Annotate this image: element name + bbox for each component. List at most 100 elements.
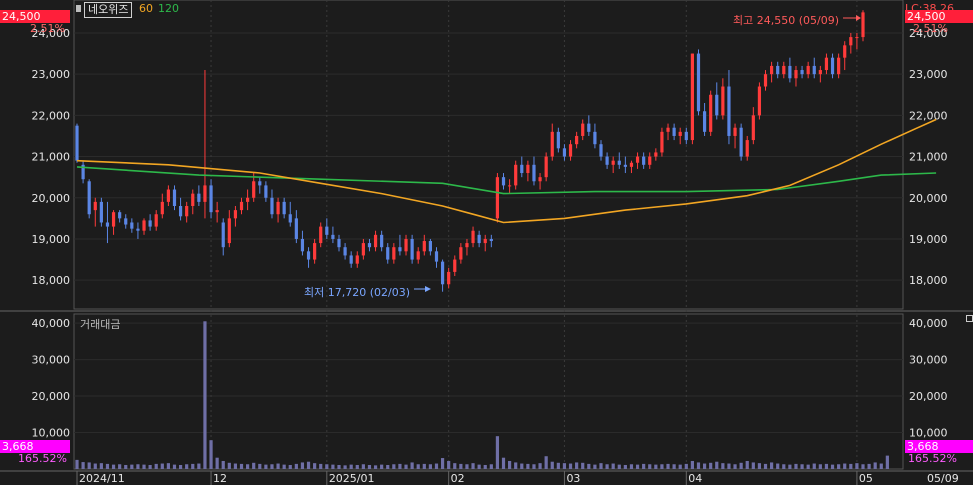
candle-body <box>373 234 378 248</box>
volume-bar <box>294 463 298 469</box>
volume-bar <box>124 464 128 469</box>
candle-body <box>118 212 122 219</box>
candle-body <box>843 45 847 58</box>
candle-body <box>623 164 627 167</box>
volume-bar <box>757 463 762 469</box>
volume-bar <box>855 463 859 469</box>
candle-body <box>185 206 189 217</box>
candle-body <box>593 131 597 145</box>
volume-bar <box>739 462 743 469</box>
candle-body <box>812 65 816 75</box>
candle-body <box>508 185 512 187</box>
volume-y-tick-left: 10,000 <box>32 427 71 440</box>
volume-bar <box>483 464 487 469</box>
candle-body <box>203 185 207 202</box>
volume-bar <box>105 463 110 469</box>
volume-bar <box>355 464 359 469</box>
volume-bar <box>215 457 219 469</box>
candle-body <box>434 251 439 262</box>
volume-bar <box>233 463 238 469</box>
volume-bar <box>727 463 731 469</box>
candle-body <box>398 247 402 252</box>
ma60-line <box>76 118 937 224</box>
volume-bar <box>532 464 536 469</box>
candle-body <box>313 243 317 260</box>
candle-body <box>849 37 853 46</box>
volume-bar <box>477 464 481 469</box>
candle-body <box>367 243 372 248</box>
candle-body <box>684 131 688 141</box>
volume-bar <box>623 464 627 469</box>
volume-bar <box>288 464 292 469</box>
volume-bar <box>325 464 329 469</box>
candle-body <box>233 210 238 219</box>
price-y-tick-left: 20,000 <box>32 192 71 205</box>
candle-body <box>727 86 731 136</box>
volume-bar <box>246 464 250 469</box>
volume-bar <box>239 463 244 469</box>
volume-bar <box>629 464 634 469</box>
candle-body <box>672 127 676 136</box>
volume-bar <box>593 464 597 469</box>
volume-bar <box>788 464 792 469</box>
candle-body <box>300 238 305 252</box>
candle-body <box>136 228 140 231</box>
candle-body <box>142 220 146 231</box>
volume-y-tick-left: 20,000 <box>32 390 71 403</box>
volume-bar <box>197 463 201 469</box>
volume-bar <box>745 460 749 469</box>
volume-bar <box>763 463 768 469</box>
candle-body <box>270 197 274 215</box>
panel-corner-icon[interactable] <box>966 315 973 322</box>
volume-bar <box>544 456 548 469</box>
volume-bar <box>751 462 755 469</box>
candle-body <box>770 65 774 75</box>
candle-body <box>605 156 609 165</box>
volume-bar <box>270 464 274 469</box>
volume-bar <box>800 464 804 469</box>
volume-bar <box>642 463 646 469</box>
candle-body <box>325 226 329 235</box>
candle-body <box>806 65 810 75</box>
candle-body <box>800 70 804 75</box>
candle-body <box>532 164 536 182</box>
candle-body <box>416 251 420 260</box>
candle-body <box>209 185 213 213</box>
candle-body <box>654 152 658 157</box>
price-y-tick-right: 22,000 <box>909 109 948 122</box>
volume-y-tick-right: 20,000 <box>909 390 948 403</box>
candle-body <box>246 197 250 202</box>
volume-bar <box>824 463 829 469</box>
candle-body <box>294 218 298 239</box>
candle-body <box>538 177 542 182</box>
candle-body <box>160 201 164 215</box>
candle-body <box>544 156 548 178</box>
price-panel-frame <box>73 0 904 310</box>
candle-body <box>154 214 158 227</box>
candle-body <box>501 177 506 186</box>
volume-bar <box>343 465 347 469</box>
volume-bar <box>702 463 707 469</box>
candle-body <box>93 201 97 211</box>
stock-name[interactable]: 네오위즈 <box>84 2 133 18</box>
settings-marker-icon[interactable] <box>76 5 81 12</box>
volume-bar <box>349 464 353 469</box>
candle-body <box>495 177 500 219</box>
volume-bar <box>434 463 439 469</box>
candle-body <box>75 125 79 161</box>
volume-bar <box>867 463 871 469</box>
volume-bar <box>837 464 841 469</box>
volume-bar <box>313 463 317 469</box>
volume-bar <box>319 463 323 469</box>
volume-bar <box>599 463 603 469</box>
candle-body <box>745 140 749 157</box>
x-tick-label: 05 <box>859 472 873 485</box>
volume-pct-right: 165.52% <box>908 452 957 465</box>
candle-body <box>837 57 841 75</box>
candle-body <box>690 53 694 141</box>
volume-bar <box>879 463 883 469</box>
candle-body <box>514 164 518 186</box>
volume-bar <box>209 440 213 469</box>
candle-body <box>562 148 567 157</box>
volume-bar <box>136 464 140 469</box>
